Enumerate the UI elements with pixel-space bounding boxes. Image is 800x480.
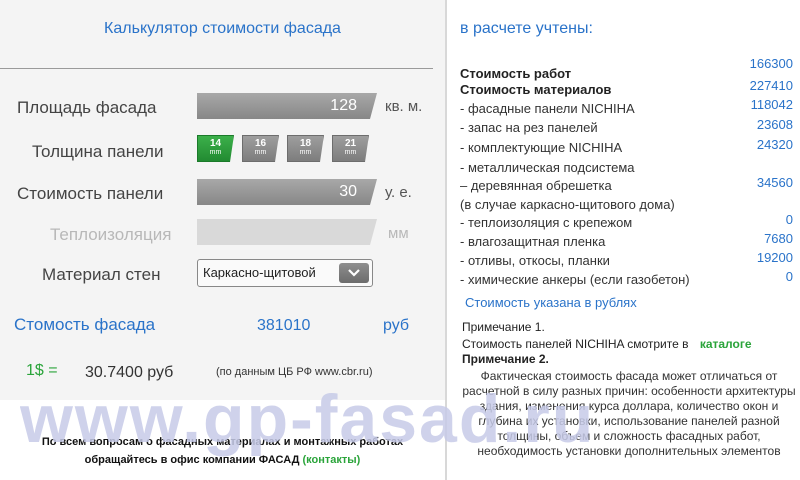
- total-label: Стомость фасада: [14, 315, 156, 334]
- thickness-unit: mm: [344, 149, 357, 156]
- facade-area-label: Площадь фасада: [17, 98, 157, 117]
- breakdown-item-label: - запас на рез панелей: [460, 120, 598, 135]
- breakdown-item-value: 24320: [756, 137, 793, 152]
- breakdown-item-label: – деревянная обрешетка: [460, 178, 612, 193]
- breakdown-item-label: - влагозащитная пленка: [460, 234, 606, 249]
- breakdown-item-label: - комплектующие NICHIHA: [460, 140, 623, 155]
- catalog-link[interactable]: каталоге: [700, 337, 752, 351]
- rate-source: (по данным ЦБ РФ www.cbr.ru): [216, 366, 373, 378]
- breakdown-item-label: (в случае каркасно-щитового дома): [460, 197, 675, 212]
- panel-cost-input[interactable]: 30: [197, 179, 377, 205]
- currency-note: Стоимость указана в рублях: [465, 295, 637, 310]
- thickness-unit: mm: [209, 149, 222, 156]
- panel-cost-label: Стоимость панели: [17, 184, 164, 203]
- wall-material-label: Материал стен: [42, 265, 161, 284]
- watermark: www.gp-fasad.ru: [20, 381, 596, 457]
- thickness-value: 14: [209, 138, 222, 149]
- note-1-title: Примечание 1.: [462, 320, 545, 334]
- thickness-option-21[interactable]: 21 mm: [332, 135, 369, 162]
- total-value: 381010: [257, 317, 311, 334]
- breakdown-item-label: - фасадные панели NICHIHA: [460, 101, 635, 116]
- breakdown-item-label: - теплоизоляция с крепежом: [460, 215, 633, 230]
- panel-thickness-label: Толщина панели: [32, 142, 164, 161]
- thickness-option-18[interactable]: 18 mm: [287, 135, 324, 162]
- breakdown-item-value: 0: [785, 212, 793, 227]
- note-2-title: Примечание 2.: [462, 352, 549, 366]
- breakdown-item-value: 23608: [756, 117, 793, 132]
- breakdown-item-label: - отливы, откосы, планки: [460, 253, 610, 268]
- facade-area-unit: кв. м.: [385, 98, 423, 115]
- thickness-option-14[interactable]: 14 mm: [197, 135, 234, 162]
- materials-cost-value: 227410: [749, 78, 793, 93]
- breakdown-item-value: 0: [785, 269, 793, 284]
- note-1-body: Стоимость панелей NICHIHA смотрите в: [462, 337, 689, 351]
- work-cost-value: 166300: [749, 56, 793, 71]
- breakdown-item-value: 118042: [750, 97, 793, 112]
- note-1-text: Стоимость панелей NICHIHA смотрите в кат…: [462, 337, 752, 351]
- facade-area-input[interactable]: 128: [197, 93, 377, 119]
- wall-material-select[interactable]: Каркасно-щитовой: [197, 259, 373, 287]
- breakdown-title: в расчете учтены:: [460, 20, 593, 37]
- thickness-value: 18: [299, 138, 312, 149]
- insulation-input[interactable]: [197, 219, 377, 245]
- breakdown-item-value: 19200: [756, 250, 793, 265]
- usd-rate-label: 1$ =: [26, 362, 58, 379]
- chevron-down-icon[interactable]: [339, 263, 369, 283]
- breakdown-item-label: - металлическая подсистема: [460, 160, 635, 175]
- insulation-unit: мм: [388, 225, 409, 242]
- wall-material-value: Каркасно-щитовой: [203, 265, 316, 280]
- breakdown-item-value: 34560: [756, 175, 793, 190]
- breakdown-item-value: 7680: [764, 231, 793, 246]
- total-unit: руб: [383, 317, 410, 334]
- thickness-value: 21: [344, 138, 357, 149]
- thickness-value: 16: [254, 138, 267, 149]
- thickness-unit: mm: [254, 149, 267, 156]
- divider: [0, 68, 433, 69]
- thickness-option-16[interactable]: 16 mm: [242, 135, 279, 162]
- calculator-title: Калькулятор стоимости фасада: [104, 20, 341, 37]
- breakdown-item-label: - химические анкеры (если газобетон): [460, 272, 690, 287]
- materials-cost-label: Стоимость материалов: [460, 82, 612, 97]
- insulation-label: Теплоизоляция: [50, 225, 172, 244]
- work-cost-label: Стоимость работ: [460, 66, 572, 81]
- thickness-unit: mm: [299, 149, 312, 156]
- panel-cost-unit: у. е.: [385, 184, 412, 201]
